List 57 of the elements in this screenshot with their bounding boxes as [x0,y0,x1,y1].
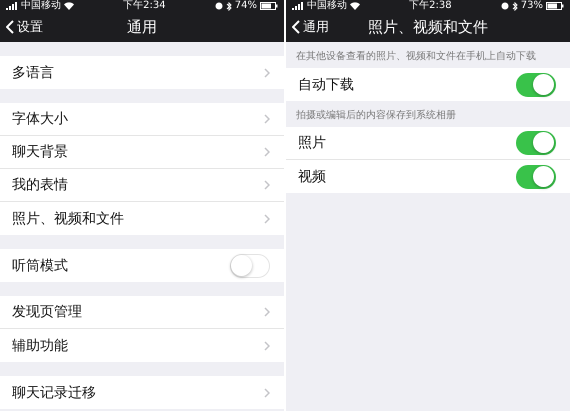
settings-row[interactable]: 听筒模式 [0,249,284,282]
battery-icon [260,2,278,10]
carrier-name: 中国移动 [307,0,347,12]
chevron-right-icon [264,68,270,78]
chevron-right-icon [264,307,270,317]
chevron-right-icon [264,180,270,190]
chevron-right-icon [264,388,270,398]
chevron-left-icon [6,20,14,34]
row-label: 听筒模式 [12,256,68,274]
battery-percent: 73% [520,0,543,12]
row-label: 聊天记录迁移 [12,384,96,402]
settings-row[interactable]: 视频 [286,160,570,193]
row-label: 视频 [298,168,326,186]
bluetooth-icon [512,2,518,10]
back-button[interactable]: 通用 [286,18,335,36]
chevron-left-icon [292,20,300,34]
bluetooth-icon [226,2,232,10]
row-label: 发现页管理 [12,303,82,321]
back-button[interactable]: 设置 [0,18,49,36]
carrier-name: 中国移动 [21,0,61,12]
battery-percent: 74% [234,0,257,12]
settings-row[interactable]: 聊天记录迁移 [0,376,284,409]
section-header: 在其他设备查看的照片、视频和文件在手机上自动下载 [295,50,537,64]
settings-row[interactable]: 照片 [286,127,570,160]
row-label: 照片 [298,134,326,152]
toggle-switch[interactable] [516,164,556,188]
settings-row[interactable]: 多语言 [0,56,284,89]
row-label: 我的表情 [12,176,68,194]
settings-row[interactable]: 我的表情 [0,169,284,202]
row-label: 自动下载 [298,76,354,94]
settings-row[interactable]: 发现页管理 [0,296,284,329]
settings-row[interactable]: 聊天背景 [0,136,284,169]
chevron-right-icon [264,340,270,350]
wifi-icon [350,2,360,10]
row-label: 多语言 [12,64,54,82]
settings-row[interactable]: 自动下载 [286,68,570,101]
wifi-icon [64,2,74,10]
settings-row[interactable]: 照片、视频和文件 [0,202,284,235]
chevron-right-icon [264,147,270,157]
chevron-right-icon [264,114,270,124]
nav-title: 照片、视频和文件 [368,18,488,36]
status-time: 下午2:38 [409,0,452,12]
row-label: 辅助功能 [12,336,68,354]
row-label: 照片、视频和文件 [12,210,124,228]
nav-title: 通用 [127,18,157,36]
row-label: 聊天背景 [12,143,68,161]
signal-icon [6,2,18,10]
battery-icon [546,2,564,10]
settings-row[interactable]: 辅助功能 [0,329,284,362]
chevron-right-icon [264,214,270,224]
status-time: 下午2:34 [123,0,166,12]
row-label: 字体大小 [12,110,68,128]
section-header: 拍摄或编辑后的内容保存到系统相册 [295,108,457,123]
toggle-switch[interactable] [516,131,556,155]
signal-icon [292,2,304,10]
settings-row[interactable]: 字体大小 [0,103,284,136]
toggle-switch[interactable] [516,72,556,96]
